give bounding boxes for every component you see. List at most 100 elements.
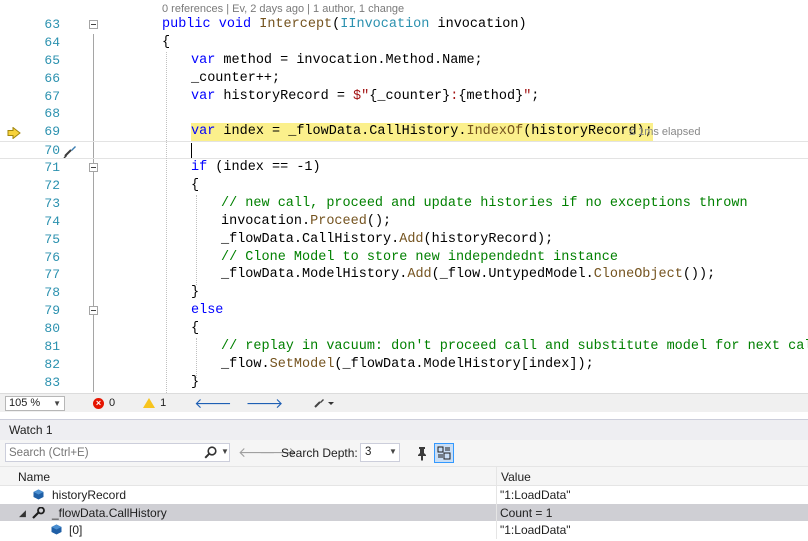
outline-guide — [93, 284, 94, 303]
warning-count-button[interactable]: 1 — [143, 397, 166, 409]
code-line[interactable]: 76 // Clone Model to store new independe… — [0, 248, 808, 267]
forward-arrow-icon[interactable]: 🡒 — [246, 396, 284, 410]
watch-rows: historyRecord "1:LoadData" ◢ _flowData.C… — [0, 486, 808, 539]
code-line[interactable]: 78 } — [0, 284, 808, 303]
column-header-name[interactable]: Name — [18, 470, 50, 484]
outline-guide — [93, 142, 94, 159]
error-count-button[interactable]: × 0 — [93, 397, 115, 409]
line-number: 69 — [44, 124, 60, 140]
watch-row-value[interactable]: Count = 1 — [500, 506, 552, 520]
error-count: 0 — [109, 397, 116, 409]
perf-tip[interactable]: ≤ 1ms elapsed — [629, 126, 700, 138]
code-text[interactable]: var historyRecord = $"{_counter}:{method… — [191, 88, 539, 106]
line-number: 80 — [44, 321, 60, 337]
code-line[interactable]: 83 } — [0, 373, 808, 392]
field-icon — [51, 524, 62, 535]
code-line[interactable]: 79 else — [0, 302, 808, 321]
code-line[interactable]: 64 { — [0, 33, 808, 52]
watch-row[interactable]: historyRecord "1:LoadData" — [0, 486, 808, 504]
line-number: 74 — [44, 213, 60, 229]
column-divider — [496, 521, 497, 539]
code-text[interactable]: _flowData.ModelHistory.Add(_flow.Untyped… — [221, 266, 715, 284]
search-icon[interactable] — [204, 446, 217, 459]
line-number: 75 — [44, 231, 60, 247]
outline-guide — [93, 33, 94, 52]
code-line[interactable]: 77 _flowData.ModelHistory.Add(_flow.Unty… — [0, 266, 808, 285]
back-arrow-icon[interactable]: 🡐 — [194, 396, 232, 410]
expand-toggle-icon[interactable]: ◢ — [19, 508, 26, 519]
watch-row-selected[interactable]: ◢ _flowData.CallHistory Count = 1 — [0, 503, 808, 521]
code-line-cursor[interactable]: 70 — [0, 141, 808, 160]
watch-row-value[interactable]: "1:LoadData" — [500, 488, 571, 502]
code-text[interactable]: { — [162, 34, 170, 52]
watch-window-title-bar[interactable]: Watch 1 — [0, 419, 808, 440]
line-number: 73 — [44, 195, 60, 211]
watch-row-value[interactable]: "1:LoadData" — [500, 523, 571, 537]
code-text[interactable]: public void Intercept(IInvocation invoca… — [162, 16, 527, 34]
code-line[interactable]: 65 var method = invocation.Method.Name; — [0, 51, 808, 70]
code-text[interactable]: invocation.Proceed(); — [221, 213, 391, 231]
outline-guide — [93, 373, 94, 392]
code-comment[interactable]: // Clone Model to store new independednt… — [221, 249, 618, 267]
watch-row[interactable]: [0] "1:LoadData" — [0, 521, 808, 539]
watch-row-name: historyRecord — [52, 488, 127, 502]
search-depth-label: Search Depth: — [281, 446, 358, 460]
code-text[interactable]: _flow.SetModel(_flowData.ModelHistory[in… — [221, 356, 594, 374]
line-number: 77 — [44, 267, 60, 283]
brush-icon[interactable] — [313, 397, 335, 409]
indent-guide — [196, 338, 197, 378]
watch-column-headers: Name Value — [0, 466, 808, 487]
search-input[interactable] — [9, 446, 199, 460]
hex-display-toggle[interactable] — [434, 443, 454, 463]
code-line-current-statement[interactable]: 69 var index = _flowData.CallHistory.Ind… — [0, 123, 808, 142]
chevron-down-icon[interactable]: ▼ — [221, 447, 229, 456]
code-text[interactable]: if (index == -1) — [191, 159, 321, 177]
line-number: 79 — [44, 303, 60, 319]
code-keyword[interactable]: else — [191, 302, 223, 320]
outline-guide — [93, 266, 94, 285]
outline-guide — [93, 177, 94, 195]
line-number: 70 — [44, 143, 60, 159]
line-number: 65 — [44, 52, 60, 68]
line-number: 64 — [44, 34, 60, 50]
watch-toolbar: ▼ 🡐 🡒 Search Depth: 3 ▼ — [0, 440, 808, 466]
search-box[interactable]: ▼ — [5, 443, 230, 462]
column-resize-handle[interactable] — [496, 467, 497, 487]
pin-icon[interactable] — [413, 444, 431, 462]
highlighted-statement[interactable]: var index = _flowData.CallHistory.IndexO… — [191, 123, 653, 142]
code-line[interactable]: 81 // replay in vacuum: don't proceed ca… — [0, 338, 808, 356]
code-editor[interactable]: 0 references | Ev, 2 days ago | 1 author… — [0, 0, 808, 393]
code-line[interactable]: 80 { — [0, 320, 808, 339]
code-comment[interactable]: // new call, proceed and update historie… — [221, 195, 748, 213]
search-depth-dropdown[interactable]: 3 ▼ — [360, 443, 400, 462]
collapse-toggle-icon[interactable] — [89, 163, 98, 173]
line-number: 76 — [44, 249, 60, 265]
code-text[interactable]: } — [191, 284, 199, 302]
zoom-dropdown[interactable]: 105 % ▼ — [5, 395, 65, 411]
column-divider — [496, 486, 497, 504]
collapse-toggle-icon[interactable] — [89, 20, 98, 29]
code-line[interactable]: 75 _flowData.CallHistory.Add(historyReco… — [0, 230, 808, 249]
code-line[interactable]: 74 invocation.Proceed(); — [0, 212, 808, 231]
code-line[interactable]: 73 // new call, proceed and update histo… — [0, 194, 808, 213]
code-line[interactable]: 82 _flow.SetModel(_flowData.ModelHistory… — [0, 355, 808, 374]
outline-guide — [93, 248, 94, 267]
code-line[interactable]: 68 — [0, 105, 808, 124]
code-line[interactable]: 67 var historyRecord = $"{_counter}:{met… — [0, 87, 808, 106]
zoom-value: 105 % — [9, 397, 41, 409]
indent-guide — [196, 195, 197, 285]
code-text[interactable]: _flowData.CallHistory.Add(historyRecord)… — [221, 231, 553, 249]
column-header-value[interactable]: Value — [501, 470, 531, 484]
collapse-toggle-icon[interactable] — [89, 306, 98, 316]
code-line[interactable]: 72 { — [0, 177, 808, 195]
code-text[interactable]: _counter++; — [191, 70, 280, 88]
code-text[interactable]: var method = invocation.Method.Name; — [191, 52, 483, 70]
codelens[interactable]: 0 references | Ev, 2 days ago | 1 author… — [162, 3, 404, 15]
code-line[interactable]: 66 _counter++; — [0, 69, 808, 88]
code-comment[interactable]: // replay in vacuum: don't proceed call … — [221, 338, 808, 356]
error-icon: × — [93, 397, 104, 409]
code-text[interactable]: { — [191, 320, 199, 338]
code-text[interactable]: { — [191, 177, 199, 195]
code-line[interactable]: 63 public void Intercept(IInvocation inv… — [0, 16, 808, 34]
code-line[interactable]: 71 if (index == -1) — [0, 159, 808, 178]
